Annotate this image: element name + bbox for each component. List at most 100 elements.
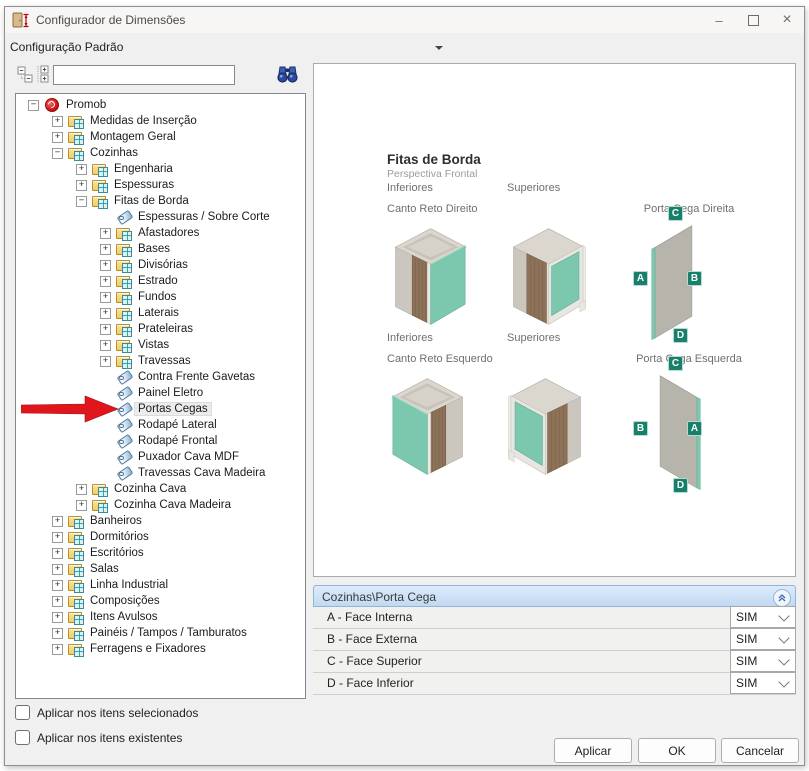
tree-item-label[interactable]: Estrado [135,275,181,287]
tree-item[interactable]: Estrado [16,273,305,289]
tree-item[interactable]: Promob [16,97,305,113]
tree-expander-icon[interactable] [52,516,63,527]
tree-expander-icon[interactable] [52,148,63,159]
tree-item-label[interactable]: Rodapé Lateral [135,419,220,431]
tree-item-label[interactable]: Travessas Cava Madeira [135,467,268,479]
tree-item[interactable]: Cozinhas [16,145,305,161]
tree-item-label[interactable]: Espessuras [111,179,177,191]
combobox-dropdown-icon[interactable] [435,46,443,54]
tree-expander-icon[interactable] [100,356,111,367]
collapse-group-button[interactable] [773,589,791,607]
tree-expander-icon[interactable] [28,100,39,111]
tree-item[interactable]: Puxador Cava MDF [16,449,305,465]
tree-expander-icon[interactable] [52,532,63,543]
tree-item-label[interactable]: Cozinhas [87,147,141,159]
tree-item-label[interactable]: Cozinha Cava Madeira [111,499,234,511]
tree-item-label[interactable]: Bases [135,243,173,255]
tree-item[interactable]: Portas Cegas [16,401,305,417]
tree-expander-icon[interactable] [100,292,111,303]
tree-expander-icon[interactable] [52,612,63,623]
tree-item[interactable]: Medidas de Inserção [16,113,305,129]
tree-item-label[interactable]: Puxador Cava MDF [135,451,242,463]
tree-item-label[interactable]: Espessuras / Sobre Corte [135,211,273,223]
close-button[interactable]: × [770,7,804,33]
tree-item-label[interactable]: Painel Eletro [135,387,206,399]
tree-item-label[interactable]: Escritórios [87,547,147,559]
tree-item[interactable]: Dormitórios [16,529,305,545]
tree-expander-icon[interactable] [100,324,111,335]
tree-item-label[interactable]: Fitas de Borda [111,195,192,207]
collapse-all-icon[interactable] [17,65,34,84]
tree-item-label[interactable]: Montagem Geral [87,131,179,143]
tree-expander-icon[interactable] [52,132,63,143]
property-value-select[interactable]: SIM [730,628,796,650]
tree-item[interactable]: Fitas de Borda [16,193,305,209]
apply-option[interactable]: Aplicar nos itens existentes [15,730,182,745]
tree-item-label[interactable]: Painéis / Tampos / Tamburatos [87,627,250,639]
find-binoculars-icon[interactable] [277,65,298,84]
tree-item-label[interactable]: Travessas [135,355,194,367]
tree-expander-icon[interactable] [52,644,63,655]
expand-all-icon[interactable] [35,65,52,84]
tree-item[interactable]: Cozinha Cava [16,481,305,497]
tree-item[interactable]: Itens Avulsos [16,609,305,625]
tree-expander-icon[interactable] [76,164,87,175]
tree-expander-icon[interactable] [52,628,63,639]
maximize-button[interactable] [736,7,770,33]
tree-search-input[interactable] [53,65,235,85]
tree-item[interactable]: Travessas [16,353,305,369]
checkbox-icon[interactable] [15,730,30,745]
tree-item[interactable]: Escritórios [16,545,305,561]
tree-expander-icon[interactable] [52,580,63,591]
tree-item-label[interactable]: Portas Cegas [135,403,211,415]
tree-item[interactable]: Espessuras / Sobre Corte [16,209,305,225]
tree-expander-icon[interactable] [52,596,63,607]
tree-item[interactable]: Ferragens e Fixadores [16,641,305,657]
tree-item[interactable]: Rodapé Frontal [16,433,305,449]
tree-item[interactable]: Rodapé Lateral [16,417,305,433]
titlebar[interactable]: Configurador de Dimensões – × [5,7,804,33]
tree-item[interactable]: Bases [16,241,305,257]
tree-expander-icon[interactable] [76,500,87,511]
tree-item[interactable]: Travessas Cava Madeira [16,465,305,481]
tree-expander-icon[interactable] [100,260,111,271]
tree-item-label[interactable]: Promob [63,99,109,111]
tree-item-label[interactable]: Medidas de Inserção [87,115,200,127]
tree-expander-icon[interactable] [100,228,111,239]
apply-button[interactable]: Aplicar [554,738,632,763]
tree-expander-icon[interactable] [76,196,87,207]
apply-option[interactable]: Aplicar nos itens selecionados [15,705,198,720]
tree-item-label[interactable]: Divisórias [135,259,191,271]
tree-item-label[interactable]: Itens Avulsos [87,611,161,623]
tree-item[interactable]: Cozinha Cava Madeira [16,497,305,513]
tree-expander-icon[interactable] [76,484,87,495]
tree-item-label[interactable]: Banheiros [87,515,145,527]
tree-item-label[interactable]: Contra Frente Gavetas [135,371,258,383]
tree-expander-icon[interactable] [100,308,111,319]
tree-item[interactable]: Contra Frente Gavetas [16,369,305,385]
tree-item-label[interactable]: Fundos [135,291,179,303]
tree-expander-icon[interactable] [52,116,63,127]
tree-item-label[interactable]: Laterais [135,307,182,319]
tree-item[interactable]: Painel Eletro [16,385,305,401]
tree-expander-icon[interactable] [100,276,111,287]
tree-item-label[interactable]: Afastadores [135,227,202,239]
tree-item[interactable]: Montagem Geral [16,129,305,145]
tree-item-label[interactable]: Cozinha Cava [111,483,189,495]
tree-item-label[interactable]: Prateleiras [135,323,196,335]
minimize-button[interactable]: – [702,7,736,33]
tree-item-label[interactable]: Engenharia [111,163,176,175]
tree-item[interactable]: Afastadores [16,225,305,241]
tree-item[interactable]: Espessuras [16,177,305,193]
tree-expander-icon[interactable] [100,340,111,351]
tree-item[interactable]: Engenharia [16,161,305,177]
tree-item-label[interactable]: Ferragens e Fixadores [87,643,209,655]
tree-expander-icon[interactable] [52,548,63,559]
cancel-button[interactable]: Cancelar [721,738,799,763]
tree-item[interactable]: Painéis / Tampos / Tamburatos [16,625,305,641]
tree-item[interactable]: Fundos [16,289,305,305]
tree-item[interactable]: Vistas [16,337,305,353]
tree-expander-icon[interactable] [76,180,87,191]
tree-item[interactable]: Composições [16,593,305,609]
tree-item[interactable]: Divisórias [16,257,305,273]
